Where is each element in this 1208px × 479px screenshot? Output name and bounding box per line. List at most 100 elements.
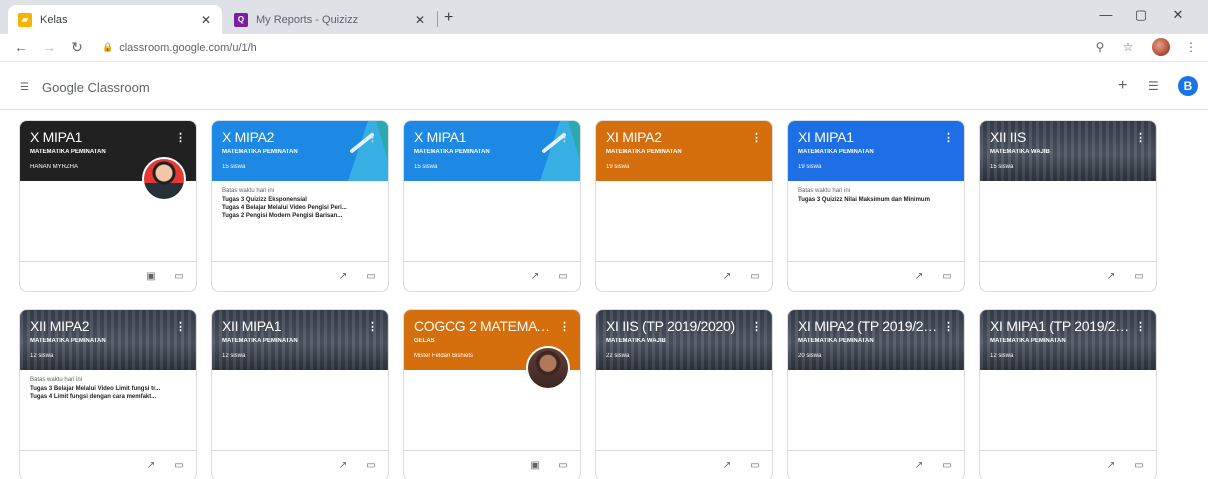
folder-icon[interactable]: ▭ xyxy=(940,271,954,282)
assignment-link[interactable]: Tugas 3 Quizizz Eksponensial xyxy=(222,196,380,204)
class-meta: 15 siswa xyxy=(414,164,438,170)
main-menu-icon[interactable]: ☰ xyxy=(20,82,29,93)
class-name[interactable]: XI MIPA1 xyxy=(798,129,938,145)
assignment-link[interactable]: Tugas 4 Limit fungsi dengan cara memfakt… xyxy=(30,393,188,401)
class-card[interactable]: X MIPA1 MATEMATIKA PEMINATAN HANAN MYRZHA ⋮… xyxy=(19,120,197,292)
more-options-icon[interactable]: ⋮ xyxy=(751,131,762,144)
minimize-icon[interactable]: — xyxy=(1096,7,1116,22)
new-tab-icon[interactable]: + xyxy=(444,9,453,27)
zoom-icon[interactable]: ⚲ xyxy=(1092,40,1108,54)
tab-quizizz[interactable]: Q My Reports - Quizizz ✕ xyxy=(224,5,436,34)
folder-icon[interactable]: ▭ xyxy=(556,271,570,282)
class-card[interactable]: XII IIS MATEMATIKA WAJIB 15 siswa ⋮ ↗ ▭ xyxy=(979,120,1157,292)
folder-icon[interactable]: ▭ xyxy=(556,460,570,471)
more-options-icon[interactable]: ⋮ xyxy=(175,320,186,333)
class-card[interactable]: XI IIS (TP 2019/2020) MATEMATIKA WAJIB 22 … xyxy=(595,309,773,479)
assignment-link[interactable]: Tugas 4 Belajar Melalui Video Pengisi Pe… xyxy=(222,204,380,212)
class-card-header[interactable]: X MIPA2MATEMATIKA PEMINATAN15 siswa⋮ xyxy=(212,121,388,181)
class-card-header[interactable]: XII IIS MATEMATIKA WAJIB 15 siswa ⋮ xyxy=(980,121,1156,181)
class-name[interactable]: XII MIPA1 xyxy=(222,318,362,334)
class-card[interactable]: XII MIPA1 MATEMATIKA PEMINATAN 12 siswa ⋮ ↗ ▭ xyxy=(211,309,389,479)
more-options-icon[interactable]: ⋮ xyxy=(943,320,954,333)
reload-icon[interactable]: ↻ xyxy=(68,39,86,56)
folder-icon[interactable]: ▭ xyxy=(748,271,762,282)
class-name[interactable]: XI MIPA2 (TP 2019/2020) xyxy=(798,318,938,334)
folder-icon[interactable]: ▭ xyxy=(1132,460,1146,471)
account-avatar[interactable]: B xyxy=(1178,76,1198,96)
close-icon[interactable]: ✕ xyxy=(412,13,428,27)
more-options-icon[interactable]: ⋮ xyxy=(1135,131,1146,144)
class-name[interactable]: XII IIS xyxy=(990,129,1130,145)
maximize-icon[interactable]: ▢ xyxy=(1131,7,1151,23)
class-card[interactable]: XI MIPA1 (TP 2019/2020) MATEMATIKA PEMINA… xyxy=(979,309,1157,479)
class-card-footer: ↗ ▭ xyxy=(596,450,772,479)
address-bar[interactable]: 🔒 classroom.google.com/u/1/h xyxy=(102,37,1112,58)
student-work-icon[interactable]: ▣ xyxy=(528,460,542,471)
trending-icon[interactable]: ↗ xyxy=(336,460,350,471)
class-card[interactable]: XI MIPA2 MATEMATIKA PEMINATAN 19 siswa ⋮ ↗ ▭ xyxy=(595,120,773,292)
class-card-header[interactable]: XI IIS (TP 2019/2020) MATEMATIKA WAJIB 22 … xyxy=(596,310,772,370)
class-card-header[interactable]: XI MIPA1 (TP 2019/2020) MATEMATIKA PEMINA… xyxy=(980,310,1156,370)
class-card-footer: ↗ ▭ xyxy=(596,261,772,291)
browser-menu-icon[interactable]: ⋮ xyxy=(1183,40,1199,54)
assignment-link[interactable]: Tugas 2 Pengisi Modern Pengisi Barisan..… xyxy=(222,212,380,220)
back-icon[interactable]: ← xyxy=(12,39,30,55)
trending-icon[interactable]: ↗ xyxy=(336,271,350,282)
folder-icon[interactable]: ▭ xyxy=(940,460,954,471)
class-name[interactable]: X MIPA1 xyxy=(30,129,170,145)
class-card[interactable]: COGCG 2 MATEMATIKA GELAS Mister Feldan Bis… xyxy=(403,309,581,479)
folder-icon[interactable]: ▭ xyxy=(364,271,378,282)
class-card-header[interactable]: XI MIPA2 MATEMATIKA PEMINATAN 19 siswa ⋮ xyxy=(596,121,772,181)
teacher-avatar xyxy=(142,157,186,201)
class-card-header[interactable]: XII MIPA1 MATEMATIKA PEMINATAN 12 siswa ⋮ xyxy=(212,310,388,370)
class-name[interactable]: XI IIS (TP 2019/2020) xyxy=(606,318,746,334)
apps-grid-icon[interactable]: ☰ xyxy=(1148,79,1159,93)
class-card[interactable]: XI MIPA2 (TP 2019/2020) MATEMATIKA PEMINA… xyxy=(787,309,965,479)
profile-avatar[interactable] xyxy=(1152,38,1170,56)
forward-icon[interactable]: → xyxy=(40,39,58,55)
class-name[interactable]: XI MIPA1 (TP 2019/2020) xyxy=(990,318,1130,334)
close-icon[interactable]: ✕ xyxy=(198,13,214,27)
folder-icon[interactable]: ▭ xyxy=(748,460,762,471)
class-card-header[interactable]: X MIPA1MATEMATIKA PEMINATAN15 siswa⋮ xyxy=(404,121,580,181)
more-options-icon[interactable]: ⋮ xyxy=(751,320,762,333)
trending-icon[interactable]: ↗ xyxy=(912,460,926,471)
brand-logo[interactable]: Google Classroom xyxy=(42,80,150,95)
class-card-header[interactable]: XI MIPA2 (TP 2019/2020) MATEMATIKA PEMINA… xyxy=(788,310,964,370)
folder-icon[interactable]: ▭ xyxy=(172,460,186,471)
more-options-icon[interactable]: ⋮ xyxy=(175,131,186,144)
class-name[interactable]: XI MIPA2 xyxy=(606,129,746,145)
class-card[interactable]: X MIPA1MATEMATIKA PEMINATAN15 siswa⋮ ↗ ▭ xyxy=(403,120,581,292)
more-options-icon[interactable]: ⋮ xyxy=(367,320,378,333)
more-options-icon[interactable]: ⋮ xyxy=(1135,320,1146,333)
assignment-link[interactable]: Tugas 3 Quizizz Nilai Maksimum dan Minim… xyxy=(798,196,956,204)
folder-icon[interactable]: ▭ xyxy=(1132,271,1146,282)
class-card[interactable]: XII MIPA2 MATEMATIKA PEMINATAN 12 siswa ⋮ Ba… xyxy=(19,309,197,479)
trending-icon[interactable]: ↗ xyxy=(144,460,158,471)
more-options-icon[interactable]: ⋮ xyxy=(943,131,954,144)
class-card-header[interactable]: XI MIPA1 MATEMATIKA PEMINATAN 19 siswa ⋮ xyxy=(788,121,964,181)
folder-icon[interactable]: ▭ xyxy=(364,460,378,471)
create-join-class-icon[interactable]: + xyxy=(1118,77,1127,95)
folder-icon[interactable]: ▭ xyxy=(172,271,186,282)
class-card[interactable]: XI MIPA1 MATEMATIKA PEMINATAN 19 siswa ⋮ Bat… xyxy=(787,120,965,292)
assignment-link[interactable]: Tugas 3 Belajar Melalui Video Limit fung… xyxy=(30,385,188,393)
trending-icon[interactable]: ↗ xyxy=(1104,271,1118,282)
more-options-icon[interactable]: ⋮ xyxy=(559,320,570,333)
class-name[interactable]: COGCG 2 MATEMATIKA xyxy=(414,318,554,334)
trending-icon[interactable]: ↗ xyxy=(720,460,734,471)
class-card[interactable]: X MIPA2MATEMATIKA PEMINATAN15 siswa⋮Bata… xyxy=(211,120,389,292)
class-name[interactable]: XII MIPA2 xyxy=(30,318,170,334)
trending-icon[interactable]: ↗ xyxy=(912,271,926,282)
trending-icon[interactable]: ↗ xyxy=(1104,460,1118,471)
bookmark-star-icon[interactable]: ☆ xyxy=(1120,40,1136,54)
tab-classroom[interactable]: ▰ Kelas ✕ xyxy=(8,5,222,34)
class-section: MATEMATIKA PEMINATAN xyxy=(30,338,106,344)
window-close-icon[interactable]: ✕ xyxy=(1168,7,1188,23)
trending-icon[interactable]: ↗ xyxy=(528,271,542,282)
class-card-header[interactable]: XII MIPA2 MATEMATIKA PEMINATAN 12 siswa ⋮ xyxy=(20,310,196,370)
trending-icon[interactable]: ↗ xyxy=(720,271,734,282)
student-work-icon[interactable]: ▣ xyxy=(144,271,158,282)
due-label: Batas waktu hari ini xyxy=(798,188,851,194)
class-section: MATEMATIKA PEMINATAN xyxy=(798,149,874,155)
